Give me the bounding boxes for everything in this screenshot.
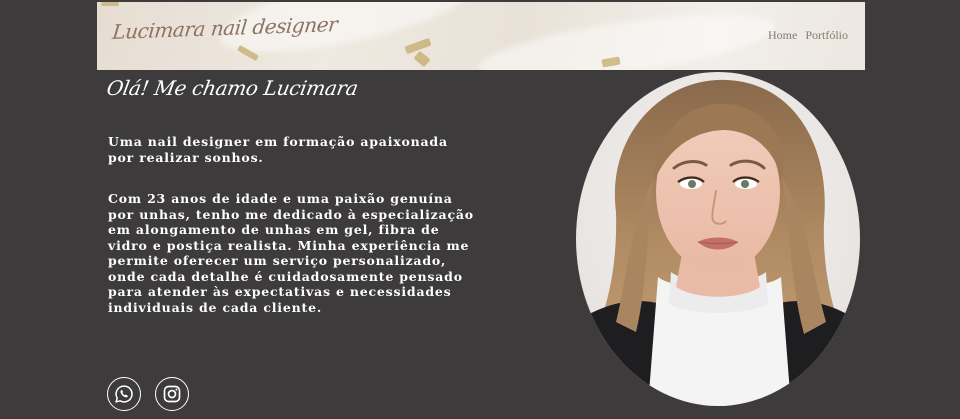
social-links xyxy=(107,377,189,411)
about-text: Com 23 anos de idade e uma paixão genuín… xyxy=(108,191,474,315)
nav-portfolio-link[interactable]: Portfólio xyxy=(805,28,848,43)
nav-home-link[interactable]: Home xyxy=(768,28,797,43)
gold-fleck xyxy=(101,2,119,6)
instagram-button[interactable] xyxy=(155,377,189,411)
whatsapp-button[interactable] xyxy=(107,377,141,411)
gold-fleck xyxy=(413,50,431,68)
profile-photo xyxy=(576,72,860,406)
instagram-icon xyxy=(163,385,181,403)
intro-text: Uma nail designer em formação apaixonada… xyxy=(108,134,448,165)
portrait-illustration xyxy=(576,72,860,406)
page: Lucimara nail designer Home Portfólio Ol… xyxy=(0,0,960,419)
main-nav: Home Portfólio xyxy=(768,28,848,43)
header-banner: Lucimara nail designer Home Portfólio xyxy=(97,2,865,70)
marble-streak xyxy=(474,2,780,70)
greeting-heading: Olá! Me chamo Lucimara xyxy=(104,76,360,100)
whatsapp-icon xyxy=(115,385,133,403)
